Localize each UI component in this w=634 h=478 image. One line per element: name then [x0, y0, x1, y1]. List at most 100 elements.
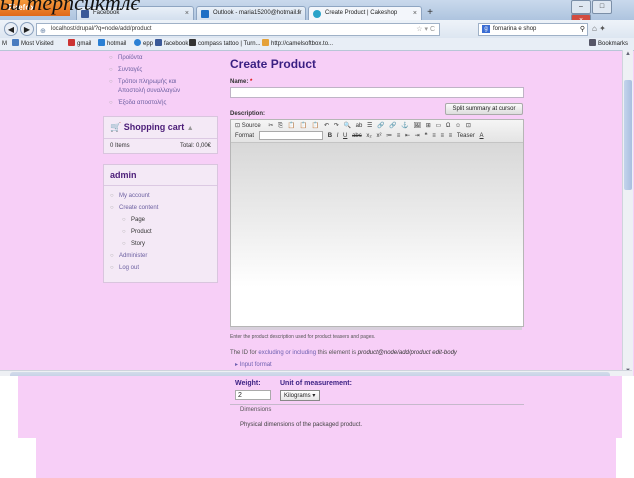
- close-tab-icon[interactable]: ×: [413, 7, 417, 20]
- anchor-icon[interactable]: ⚓: [401, 121, 408, 131]
- paste-word-icon[interactable]: 📋: [312, 121, 319, 131]
- description-label: Description:: [230, 111, 266, 117]
- bulleted-list-icon[interactable]: ≡: [397, 131, 401, 141]
- address-bar[interactable]: ⊕ localhost/drupal/?q=node/add/product ☆…: [36, 23, 440, 36]
- menu-item-payment[interactable]: Τρόποι πληρωμής και Αποστολή συναλλαγών: [103, 78, 198, 96]
- replace-icon[interactable]: ab: [356, 121, 363, 131]
- table-icon[interactable]: ⊞: [426, 121, 431, 131]
- bookmark-icon: [12, 39, 19, 46]
- source-label: Source: [241, 123, 261, 129]
- menu-item-recipes[interactable]: Συνταγές: [103, 66, 218, 75]
- shopping-cart-title[interactable]: 🛒 Shopping cart ▲: [104, 117, 217, 139]
- iframe-icon[interactable]: ⊡: [466, 121, 471, 131]
- collapse-icon[interactable]: ▲: [187, 125, 194, 132]
- dimensions-description: Physical dimensions of the packaged prod…: [240, 422, 363, 428]
- unit-select[interactable]: Kilograms ▾: [280, 390, 320, 401]
- name-input[interactable]: [230, 87, 524, 98]
- align-left-icon[interactable]: ≡: [432, 131, 436, 141]
- back-button[interactable]: ◀: [4, 22, 18, 36]
- weight-labels: Weight: Unit of measurement:: [235, 380, 352, 387]
- home-icon[interactable]: ⌂: [592, 24, 597, 33]
- sidebar: Προϊόντα Συνταγές Τρόποι πληρωμής και Απ…: [103, 50, 218, 283]
- menu-item-create-content[interactable]: Create content: [104, 204, 217, 213]
- menu-item-log-out[interactable]: Log out: [104, 264, 217, 273]
- source-button[interactable]: ⊡ Source: [235, 121, 264, 131]
- dimensions-fieldset: Dimensions Physical dimensions of the pa…: [230, 404, 524, 435]
- undo-icon[interactable]: ↶: [324, 121, 329, 131]
- horizontal-rule-icon[interactable]: ▭: [436, 121, 442, 131]
- new-tab-button[interactable]: +: [424, 7, 436, 19]
- align-right-icon[interactable]: ≡: [449, 131, 453, 141]
- menu-item-page[interactable]: Page: [104, 216, 217, 225]
- maximize-button[interactable]: □: [592, 0, 612, 14]
- search-bar[interactable]: g fornarina e shop ⚲: [478, 23, 588, 36]
- weight-label: Weight:: [235, 380, 261, 387]
- menu-item-story[interactable]: Story: [104, 240, 217, 249]
- bookmarks-menu[interactable]: Bookmarks: [588, 38, 628, 50]
- bookmark-epp[interactable]: epp: [134, 38, 153, 50]
- vertical-scrollbar[interactable]: ▲ ▼: [622, 50, 633, 376]
- bookmark-compass-tattoo[interactable]: compass tattoo | Turn...: [189, 38, 261, 50]
- search-icon[interactable]: ⚲: [580, 24, 585, 35]
- bookmark-star-icon[interactable]: ☆ ▾ C: [416, 24, 435, 35]
- bookmark-camelsoftbox[interactable]: http://camelsoftbox.to...: [262, 38, 333, 50]
- bold-icon[interactable]: B: [328, 131, 332, 141]
- page-title: Create Product: [230, 57, 317, 71]
- special-char-icon[interactable]: Ω: [446, 121, 451, 131]
- tab-create-product[interactable]: Create Product | Cakeshop ×: [308, 6, 422, 20]
- bookmarks-icon: [588, 39, 596, 46]
- image-icon[interactable]: 🖼: [414, 121, 422, 131]
- bookmark-gmail[interactable]: gmail: [68, 38, 91, 50]
- redo-icon[interactable]: ↷: [334, 121, 339, 131]
- editor-resize-handle[interactable]: [230, 327, 522, 330]
- underline-icon[interactable]: U: [343, 131, 347, 141]
- menu-item-products[interactable]: Προϊόντα: [103, 54, 218, 63]
- minimize-button[interactable]: –: [571, 0, 591, 14]
- admin-block: admin My account Create content Page Pro…: [103, 164, 218, 283]
- menu-item-shipping-costs[interactable]: Έξοδα αποστολής: [103, 99, 218, 108]
- scrollbar-thumb[interactable]: [624, 80, 632, 190]
- select-all-icon[interactable]: ☰: [367, 121, 372, 131]
- drupal-icon: [313, 10, 321, 18]
- cut-icon[interactable]: ✂: [268, 121, 273, 131]
- dimensions-legend[interactable]: Dimensions: [240, 407, 271, 413]
- editor-text-area[interactable]: [231, 143, 523, 323]
- split-summary-button[interactable]: Split summary at cursor: [445, 103, 523, 115]
- copy-icon[interactable]: ⎘: [278, 121, 283, 131]
- bookmark-most-visited[interactable]: Most Visited: [12, 38, 54, 50]
- description-editor[interactable]: ⊡ Source ✂ ⎘ 📋 📋 📋 ↶ ↷ 🔍 ab ☰ 🔗 🔗 ⚓ 🖼 ⊞: [230, 119, 524, 327]
- smiley-icon[interactable]: ☺: [455, 121, 461, 131]
- link-icon[interactable]: 🔗: [377, 121, 384, 131]
- input-format-toggle[interactable]: ▸ Input format: [235, 361, 272, 368]
- outdent-icon[interactable]: ⇤: [405, 131, 410, 141]
- forward-button[interactable]: ▶: [20, 22, 34, 36]
- scroll-up-arrow[interactable]: ▲: [623, 51, 633, 57]
- numbered-list-icon[interactable]: ≔: [386, 131, 392, 141]
- addon-icon[interactable]: ✦: [599, 24, 606, 33]
- find-icon[interactable]: 🔍: [343, 121, 350, 131]
- strikethrough-icon[interactable]: abc: [352, 131, 362, 141]
- align-center-icon[interactable]: ≡: [440, 131, 444, 141]
- text-color-icon[interactable]: A: [480, 131, 484, 141]
- weight-input[interactable]: 2: [235, 390, 271, 400]
- cart-items-count[interactable]: 0 Items: [110, 143, 130, 149]
- bookmark-hotmail[interactable]: hotmail: [98, 38, 126, 50]
- cart-total: Total: 0,00€: [179, 143, 211, 149]
- paste-text-icon[interactable]: 📋: [300, 121, 307, 131]
- paste-icon[interactable]: 📋: [288, 121, 295, 131]
- indent-icon[interactable]: ⇥: [415, 131, 420, 141]
- menu-item-my-account[interactable]: My account: [104, 192, 217, 201]
- excluding-including-link[interactable]: excluding or including: [258, 350, 316, 356]
- blockquote-icon[interactable]: ❝: [424, 131, 427, 141]
- bookmark-facebook[interactable]: facebook: [155, 38, 188, 50]
- globe-icon: ⊕: [40, 28, 46, 35]
- format-select[interactable]: [259, 131, 324, 140]
- menu-item-administer[interactable]: Administer: [104, 252, 217, 261]
- unlink-icon[interactable]: 🔗: [389, 121, 396, 131]
- subscript-icon[interactable]: x₂: [366, 131, 371, 141]
- superscript-icon[interactable]: x²: [376, 131, 381, 141]
- menu-item-product[interactable]: Product: [104, 228, 217, 237]
- teaser-button[interactable]: Teaser: [457, 131, 475, 141]
- italic-icon[interactable]: I: [337, 131, 339, 141]
- close-tab-icon[interactable]: ×: [297, 7, 301, 20]
